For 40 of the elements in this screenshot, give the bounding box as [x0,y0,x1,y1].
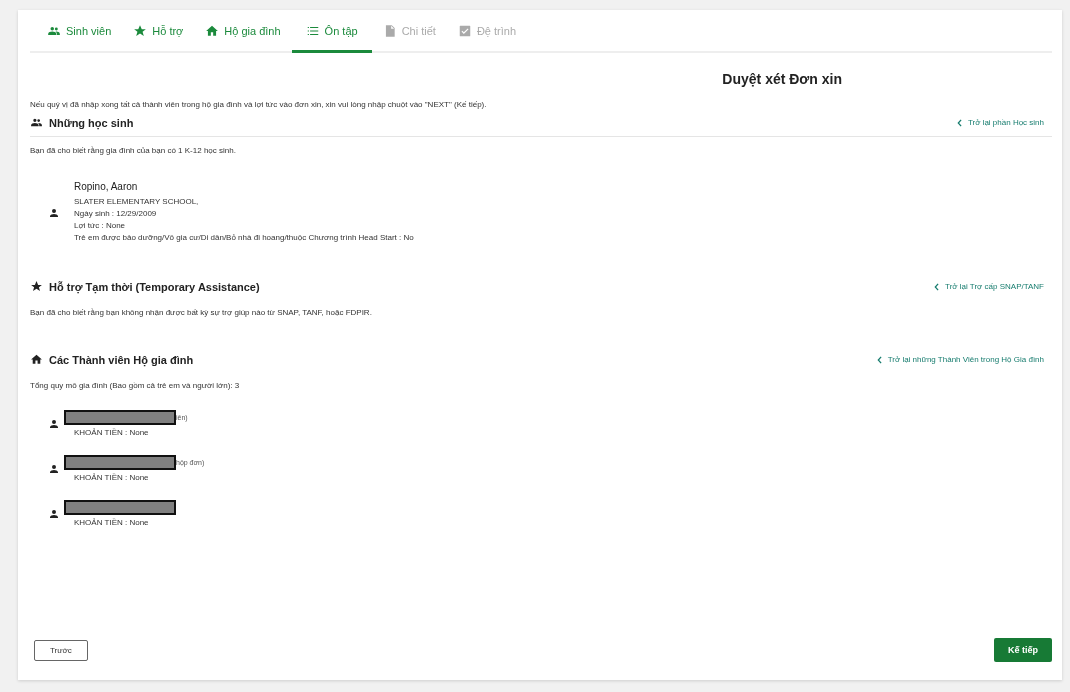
list-icon [305,24,320,38]
back-link[interactable]: Trở lại Trợ cấp SNAP/TANF [934,282,1044,291]
page-title: Duyệt xét Đơn xin [722,71,842,87]
people-icon [30,116,43,129]
member-income: KHOẢN TIỀN : None [74,428,150,437]
student-detail: Trẻ em được bảo dưỡng/Vô gia cư/Di dân/Bỏ nhà đi hoang/thuộc Chương trình Head Start : No [74,232,414,244]
person-icon [48,507,60,520]
student-detail: Lợi tức : None [74,220,127,232]
instruction-text: Nếu quý vị đã nhập xong tất cả thành viên trong hộ gia đình và lợi tức vào đơn xin, xin vui lòng nhập chuột vào "NEXT" (Kế tiếp). [30,100,488,109]
section-text: Bạn đã cho biết rằng bạn không nhận được bất kỳ sự trợ giúp nào từ SNAP, TANF, hoặc FDPIR. [30,308,373,317]
person-icon [48,206,60,219]
house-icon [205,24,220,38]
nav-tab[interactable]: Ôn tập [291,10,372,53]
member-income: KHOẢN TIỀN : None [74,473,150,482]
nav-tab[interactable]: Hỗ trợ [122,10,195,53]
next-button[interactable]: Kế tiếp [994,638,1052,662]
checkbox-icon [457,24,472,38]
student-detail: SLATER ELEMENTARY SCHOOL, [74,196,200,208]
nav-tab[interactable]: Hộ gia đình [194,10,292,53]
chevron-left-icon [934,282,940,291]
back-link[interactable]: Trở lại phần Học sinh [956,118,1044,127]
star-icon [30,280,43,293]
section-text: Tổng quy mô gia đình (Bao gồm cả trẻ em và người lớn): 3 [30,381,241,390]
person-icon [48,462,60,475]
back-link[interactable]: Trở lại những Thành Viên trong Hộ Gia đình [876,355,1044,364]
nav-tab[interactable]: Sinh viên [36,10,123,53]
chevron-left-icon [876,355,882,364]
star-icon [133,24,148,38]
section-heading: Hỗ trợ Tạm thời (Temporary Assistance) [49,280,260,293]
chevron-left-icon [956,118,962,127]
member-income: KHOẢN TIỀN : None [74,518,150,527]
student-name: Ropino, Aaron [74,181,139,192]
house-icon [30,353,43,366]
people-icon [47,24,61,38]
person-icon [48,417,60,430]
section-text: Bạn đã cho biết rằng gia đình của bạn có 1 K-12 học sinh. [30,146,237,155]
student-detail: Ngày sinh : 12/29/2009 [74,208,158,220]
section-heading: Những học sinh [49,116,134,129]
previous-button[interactable]: Trước [34,639,88,661]
section-heading: Các Thành viên Hộ gia đình [49,353,194,366]
